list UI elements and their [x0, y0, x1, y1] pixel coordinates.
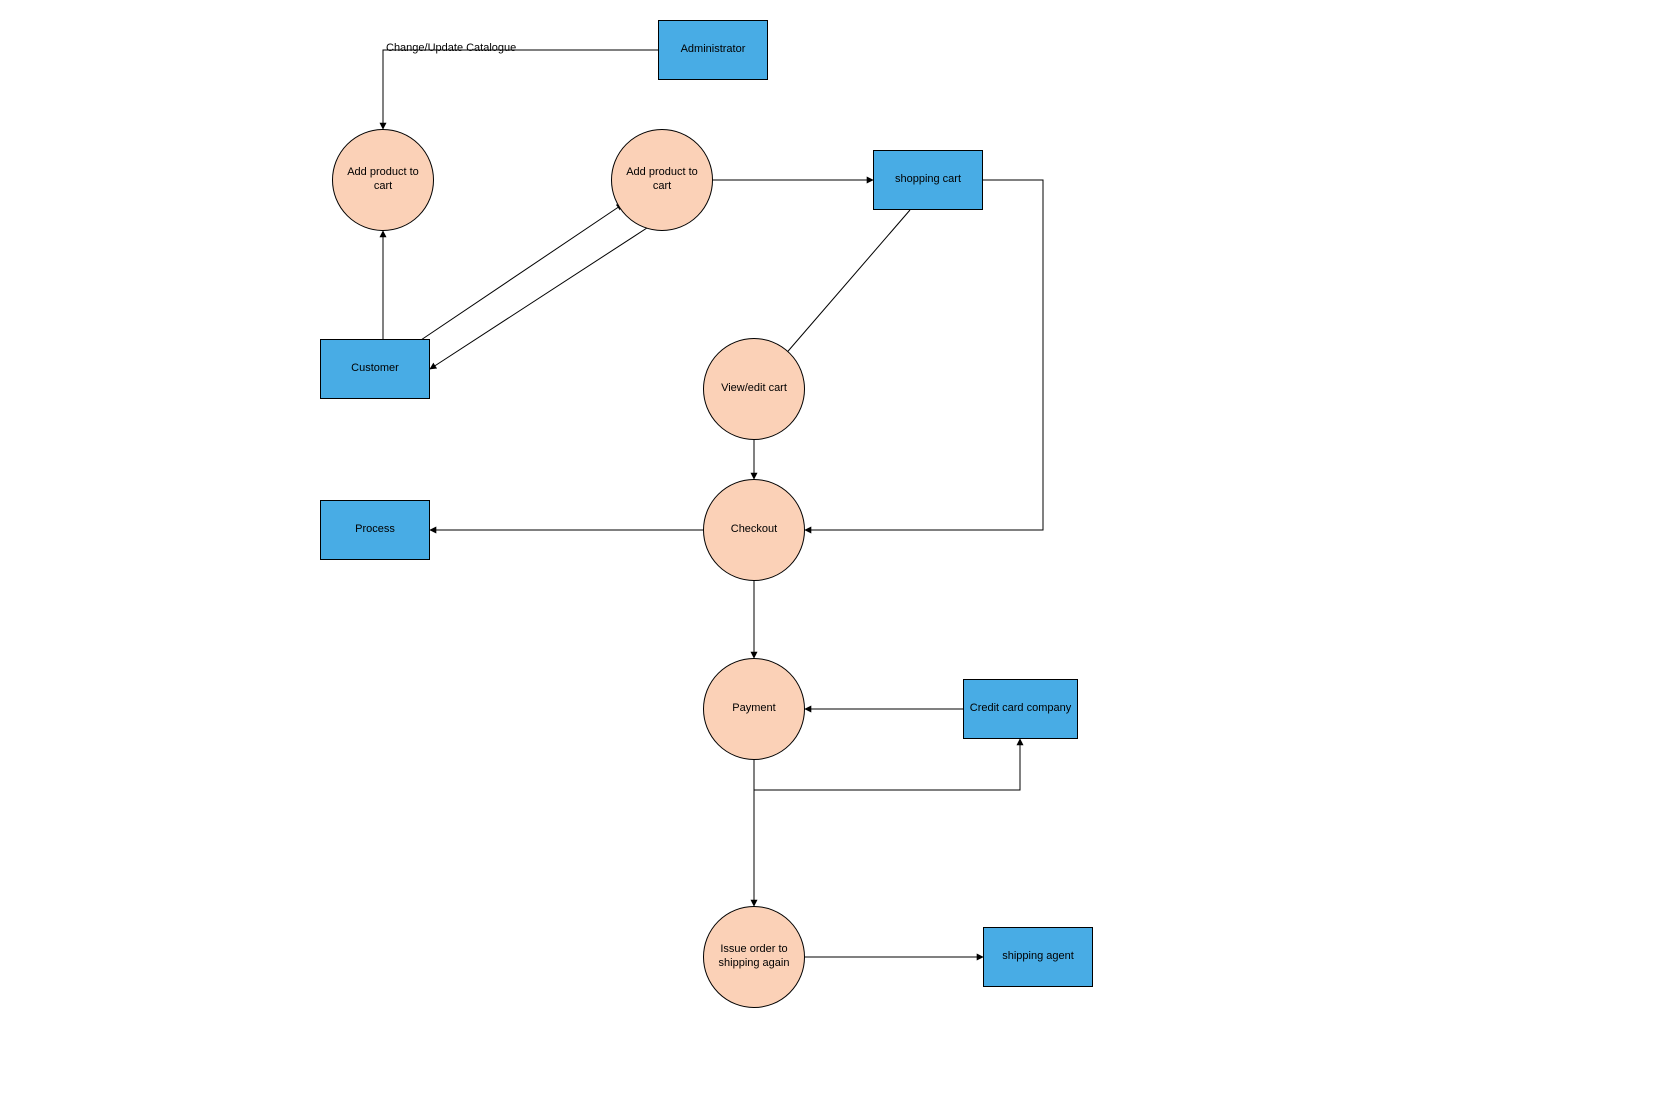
node-label: Process [355, 523, 395, 537]
node-label: Checkout [731, 523, 777, 537]
node-process[interactable]: Process [320, 500, 430, 560]
node-administrator[interactable]: Administrator [658, 20, 768, 80]
node-checkout[interactable]: Checkout [703, 479, 805, 581]
node-payment[interactable]: Payment [703, 658, 805, 760]
node-add-product-2[interactable]: Add product to cart [611, 129, 713, 231]
node-label: Issue order to shipping again [712, 943, 796, 971]
edge-label-change-catalogue: Change/Update Catalogue [386, 42, 516, 54]
node-label: shipping agent [1002, 950, 1074, 964]
node-label: Add product to cart [341, 166, 425, 194]
node-label: shopping cart [895, 173, 961, 187]
node-shopping-cart[interactable]: shopping cart [873, 150, 983, 210]
node-label: View/edit cart [721, 382, 787, 396]
diagram-edges [0, 0, 1670, 1098]
node-label: Customer [351, 362, 399, 376]
node-label: Payment [732, 702, 775, 716]
node-add-product-1[interactable]: Add product to cart [332, 129, 434, 231]
node-label: Add product to cart [620, 166, 704, 194]
node-label: Credit card company [970, 702, 1072, 716]
node-shipping-agent[interactable]: shipping agent [983, 927, 1093, 987]
node-label: Administrator [681, 43, 746, 57]
node-credit-card-company[interactable]: Credit card company [963, 679, 1078, 739]
diagram-canvas: Change/Update Catalogue Administrator Cu… [0, 0, 1670, 1098]
node-view-edit-cart[interactable]: View/edit cart [703, 338, 805, 440]
node-customer[interactable]: Customer [320, 339, 430, 399]
node-issue-order[interactable]: Issue order to shipping again [703, 906, 805, 1008]
